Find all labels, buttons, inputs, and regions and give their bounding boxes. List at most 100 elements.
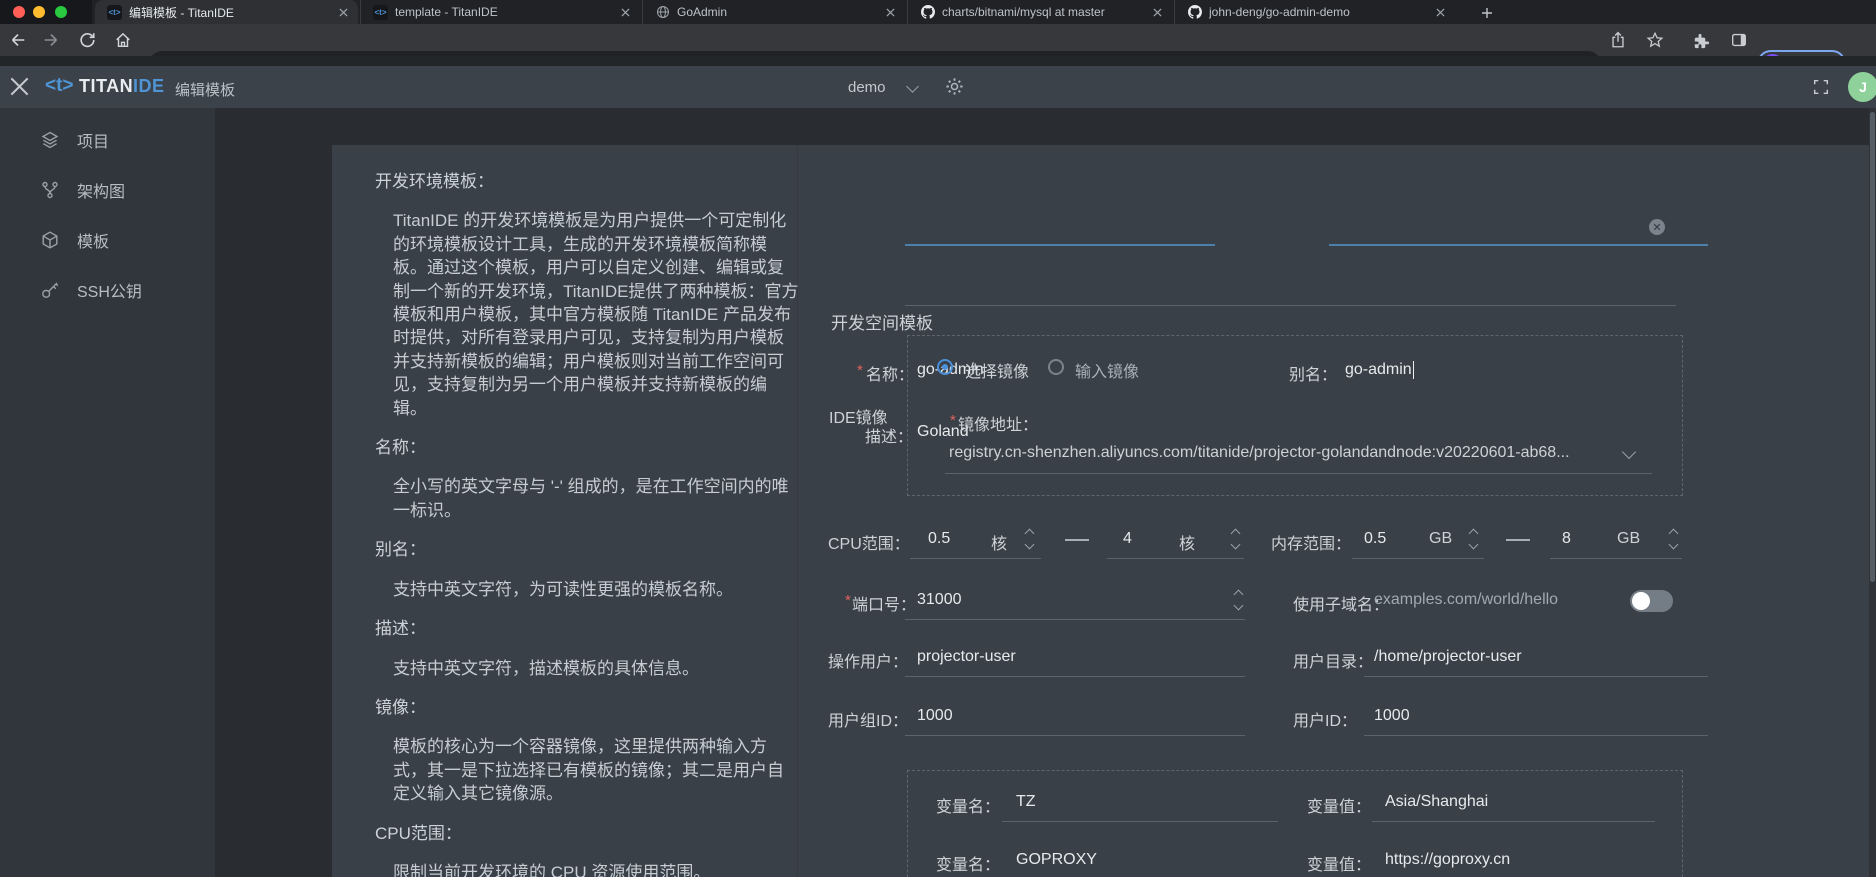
user-id-input[interactable]: 1000: [1374, 707, 1410, 725]
extensions-puzzle-icon[interactable]: [1691, 31, 1709, 49]
tab-close-icon[interactable]: [1150, 5, 1164, 19]
memory-range-label: 内存范围：: [1271, 530, 1351, 554]
memory-max-unit: GB: [1617, 530, 1640, 548]
share-icon[interactable]: [1609, 31, 1627, 49]
env-name-label: 变量名：: [936, 793, 1000, 817]
tab-close-icon[interactable]: [336, 5, 350, 19]
cpu-min-input[interactable]: 0.5: [928, 530, 950, 548]
sidebar-item-projects[interactable]: 项目: [0, 120, 215, 160]
window-controls: [0, 0, 92, 24]
user-dir-input[interactable]: /home/projector-user: [1374, 648, 1522, 666]
tab-close-icon[interactable]: [618, 5, 632, 19]
cpu-range-label: CPU范围：: [828, 530, 910, 554]
sidebar-item-ssh-keys[interactable]: SSH公钥: [0, 270, 215, 310]
new-tab-button[interactable]: [1477, 3, 1497, 23]
home-button[interactable]: [114, 31, 132, 49]
memory-min-input[interactable]: 0.5: [1364, 530, 1386, 548]
memory-max-input[interactable]: 8: [1562, 530, 1571, 548]
tab-goadmin[interactable]: GoAdmin: [642, 0, 905, 24]
gear-icon[interactable]: [945, 77, 964, 96]
select-image-radio[interactable]: [937, 359, 953, 375]
zoom-window-button[interactable]: [55, 6, 67, 18]
port-stepper[interactable]: [1233, 588, 1245, 612]
sidebar-item-label: 模板: [77, 228, 109, 252]
memory-max-underline: [1550, 558, 1682, 559]
cpu-max-input[interactable]: 4: [1123, 530, 1132, 548]
port-field-label: 端口号：: [852, 591, 916, 615]
tab-template[interactable]: <t> template - TitanIDE: [360, 0, 640, 24]
side-panel-icon[interactable]: [1730, 31, 1748, 49]
cpu-min-stepper[interactable]: [1024, 527, 1036, 551]
app-header: <t> TITAN IDE 编辑模板 demo: [0, 66, 1876, 109]
input-image-radio-label[interactable]: 输入镜像: [1075, 358, 1139, 382]
reload-button[interactable]: [78, 31, 96, 49]
memory-max-stepper[interactable]: [1668, 527, 1680, 551]
sidebar: 项目 架构图 模板 SSH公钥: [0, 108, 215, 877]
required-asterisk: [950, 412, 956, 429]
close-icon[interactable]: [10, 77, 29, 96]
tab-github-charts[interactable]: charts/bitnami/mysql at master: [907, 0, 1172, 24]
input-image-radio[interactable]: [1048, 359, 1064, 375]
description-input-underline: [905, 305, 1676, 306]
required-asterisk: [845, 592, 851, 609]
env-value-input[interactable]: https://goproxy.cn: [1385, 851, 1510, 869]
tab-close-icon[interactable]: [883, 5, 897, 19]
browser-toolbar: demo.titanide.cn/ide/web/workspace/templ…: [0, 24, 1876, 56]
browser-window: <t> 编辑模板 - TitanIDE <t> template - Titan…: [0, 0, 1876, 877]
scrollbar-thumb[interactable]: [1870, 112, 1875, 582]
env-value-label: 变量值：: [1307, 851, 1371, 875]
form-title: 开发空间模板: [831, 309, 933, 334]
env-name-input[interactable]: TZ: [1016, 793, 1036, 811]
tab-edit-template[interactable]: <t> 编辑模板 - TitanIDE: [95, 0, 358, 24]
tab-close-icon[interactable]: [1433, 5, 1447, 19]
sidebar-item-templates[interactable]: 模板: [0, 220, 215, 260]
toggle-knob: [1632, 592, 1650, 610]
port-input[interactable]: 31000: [917, 591, 962, 609]
sidebar-item-label: SSH公钥: [77, 278, 142, 302]
ide-image-label: IDE镜像: [829, 404, 888, 428]
doc-section-body: TitanIDE 的开发环境模板是为用户提供一个可定制化的环境模板设计工具，生成…: [393, 209, 799, 420]
bookmark-star-icon[interactable]: [1646, 31, 1664, 49]
env-name-input[interactable]: GOPROXY: [1016, 851, 1097, 869]
doc-section-body: 模板的核心为一个容器镜像，这里提供两种输入方式，其一是下拉选择已有模板的镜像；其…: [393, 735, 799, 805]
clear-input-icon[interactable]: [1649, 219, 1665, 235]
user-avatar[interactable]: J: [1848, 72, 1876, 102]
alias-input-underline: [1329, 244, 1708, 246]
titanide-favicon: <t>: [107, 5, 122, 20]
cpu-max-stepper[interactable]: [1230, 527, 1242, 551]
titanide-logo-mark: <t>: [45, 75, 74, 97]
chevron-down-icon[interactable]: [906, 80, 919, 93]
fullscreen-icon[interactable]: [1812, 78, 1830, 96]
group-id-input[interactable]: 1000: [917, 707, 953, 725]
sidebar-item-architecture[interactable]: 架构图: [0, 170, 215, 210]
doc-section-body: 支持中英文字符，描述模板的具体信息。: [393, 657, 799, 680]
tab-title: charts/bitnami/mysql at master: [942, 5, 1144, 19]
cpu-min-unit: 核: [991, 530, 1007, 554]
minimize-window-button[interactable]: [33, 6, 45, 18]
doc-section-title: 镜像：: [375, 696, 799, 719]
memory-min-stepper[interactable]: [1468, 527, 1480, 551]
image-address-underline: [945, 473, 1652, 474]
back-button[interactable]: [9, 31, 27, 49]
template-editor-panel: 开发环境模板： TitanIDE 的开发环境模板是为用户提供一个可定制化的环境模…: [332, 145, 1869, 877]
tab-title: GoAdmin: [677, 5, 877, 19]
env-value-input[interactable]: Asia/Shanghai: [1385, 793, 1488, 811]
name-input-underline: [905, 244, 1215, 246]
memory-min-unit: GB: [1429, 530, 1452, 548]
tab-github-demo[interactable]: john-deng/go-admin-demo: [1174, 0, 1455, 24]
sidebar-item-label: 架构图: [77, 178, 125, 202]
subdomain-toggle[interactable]: [1630, 590, 1673, 612]
env-value-label: 变量值：: [1307, 793, 1371, 817]
doc-section-title: 名称：: [375, 436, 799, 459]
close-window-button[interactable]: [13, 6, 25, 18]
cpu-max-underline: [1107, 558, 1244, 559]
github-icon: [1187, 5, 1202, 20]
image-address-label: 镜像地址：: [958, 411, 1038, 435]
workspace-selector[interactable]: demo: [848, 79, 886, 96]
op-user-input[interactable]: projector-user: [917, 648, 1016, 666]
image-address-select[interactable]: registry.cn-shenzhen.aliyuncs.com/titani…: [949, 444, 1570, 462]
docs-column: 开发环境模板： TitanIDE 的开发环境模板是为用户提供一个可定制化的环境模…: [375, 154, 799, 877]
select-image-radio-label[interactable]: 选择镜像: [965, 358, 1029, 382]
forward-button[interactable]: [42, 31, 60, 49]
key-icon: [40, 280, 60, 300]
